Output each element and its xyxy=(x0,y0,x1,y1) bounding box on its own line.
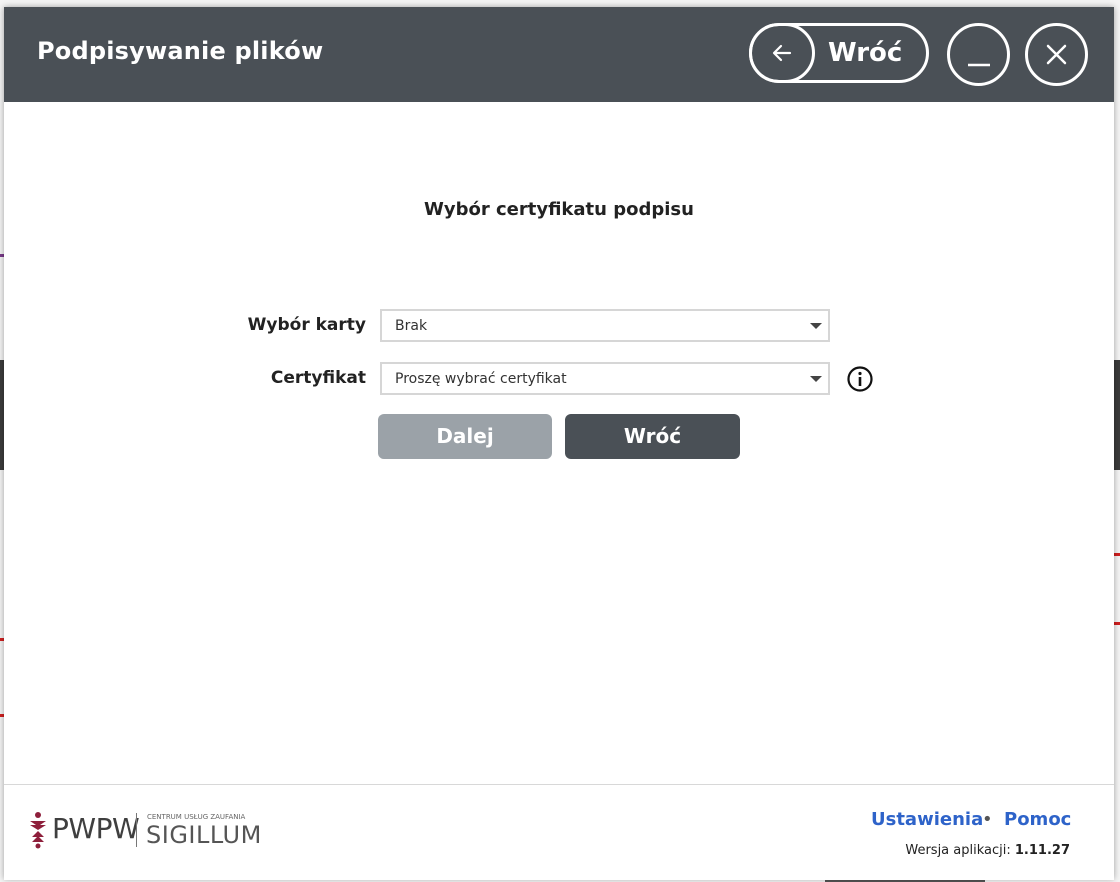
back-button[interactable]: Wróć xyxy=(565,414,740,459)
signing-dialog: Podpisywanie plików Wróć Wybór certyfika… xyxy=(4,7,1114,880)
card-select[interactable]: Brak xyxy=(380,309,830,342)
back-arrow-circle xyxy=(749,23,815,83)
card-select-value: Brak xyxy=(395,318,428,334)
info-icon[interactable] xyxy=(846,365,874,393)
logo-brand: PWPW xyxy=(52,812,140,845)
pwpw-emblem-icon xyxy=(30,812,46,849)
close-icon xyxy=(1046,44,1067,65)
close-button[interactable] xyxy=(1025,23,1088,86)
chevron-down-icon xyxy=(810,376,822,382)
pwpw-sigillum-logo: PWPW CENTRUM USŁUG ZAUFANIA SIGILLUM xyxy=(28,811,288,851)
minimize-icon xyxy=(968,63,990,67)
window-title: Podpisywanie plików xyxy=(37,37,324,65)
next-button[interactable]: Dalej xyxy=(378,414,552,459)
chevron-down-icon xyxy=(810,323,822,329)
app-version: Wersja aplikacji: 1.11.27 xyxy=(905,843,1070,858)
logo-name: SIGILLUM xyxy=(146,821,262,849)
version-value: 1.11.27 xyxy=(1014,843,1070,858)
certificate-select[interactable]: Proszę wybrać certyfikat xyxy=(380,362,830,395)
back-arrow-icon xyxy=(772,44,792,62)
link-separator: • xyxy=(982,809,993,830)
title-bar: Podpisywanie plików Wróć xyxy=(4,7,1114,102)
logo-divider xyxy=(136,813,137,847)
certificate-select-label: Certyfikat xyxy=(270,368,366,388)
page-title: Wybór certyfikatu podpisu xyxy=(424,199,694,220)
logo-tagline: CENTRUM USŁUG ZAUFANIA xyxy=(147,813,246,821)
settings-link[interactable]: Ustawienia xyxy=(871,809,983,830)
header-back-label: Wróć xyxy=(828,38,903,68)
header-back-button[interactable]: Wróć xyxy=(749,23,929,83)
version-label: Wersja aplikacji: xyxy=(905,843,1011,858)
certificate-select-value: Proszę wybrać certyfikat xyxy=(395,371,567,387)
footer: PWPW CENTRUM USŁUG ZAUFANIA SIGILLUM Ust… xyxy=(4,784,1114,880)
card-select-label: Wybór karty xyxy=(247,315,366,335)
minimize-button[interactable] xyxy=(947,23,1010,86)
help-link[interactable]: Pomoc xyxy=(1004,809,1071,830)
